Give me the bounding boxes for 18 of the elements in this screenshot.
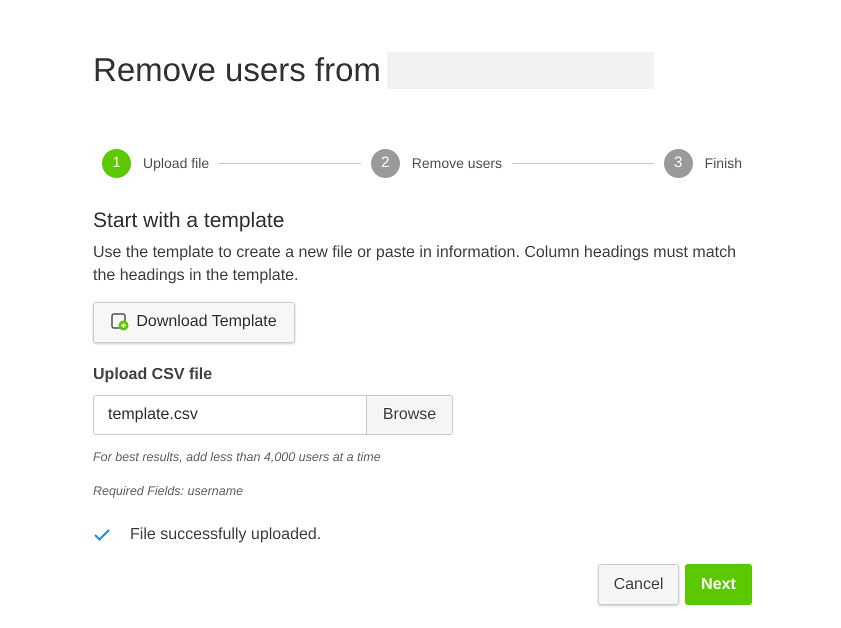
page-title: Remove users from — [93, 50, 381, 90]
status-message: File successfully uploaded. — [130, 525, 322, 545]
add-file-icon — [111, 313, 130, 331]
section-heading: Start with a template — [93, 208, 286, 234]
step-label: Remove users — [412, 154, 502, 173]
step-number: 2 — [370, 149, 400, 178]
step-number: 1 — [102, 149, 131, 178]
cancel-button[interactable]: Cancel — [598, 564, 679, 605]
hint-text: For best results, add less than 4,000 users at a time — [93, 448, 382, 466]
step-label: Upload file — [143, 154, 210, 173]
step-label: Finish — [704, 154, 742, 173]
upload-label: Upload CSV file — [93, 364, 214, 384]
browse-button[interactable]: Browse — [367, 394, 453, 434]
file-name-field[interactable]: template.csv — [93, 394, 367, 434]
hint-text: Required Fields: username — [93, 483, 244, 500]
step-number: 3 — [664, 149, 693, 178]
section-description: Use the template to create a new file or paste in information. Column headings must match the headings in the template. — [93, 242, 737, 286]
download-template-button[interactable]: Download Template — [93, 302, 295, 342]
